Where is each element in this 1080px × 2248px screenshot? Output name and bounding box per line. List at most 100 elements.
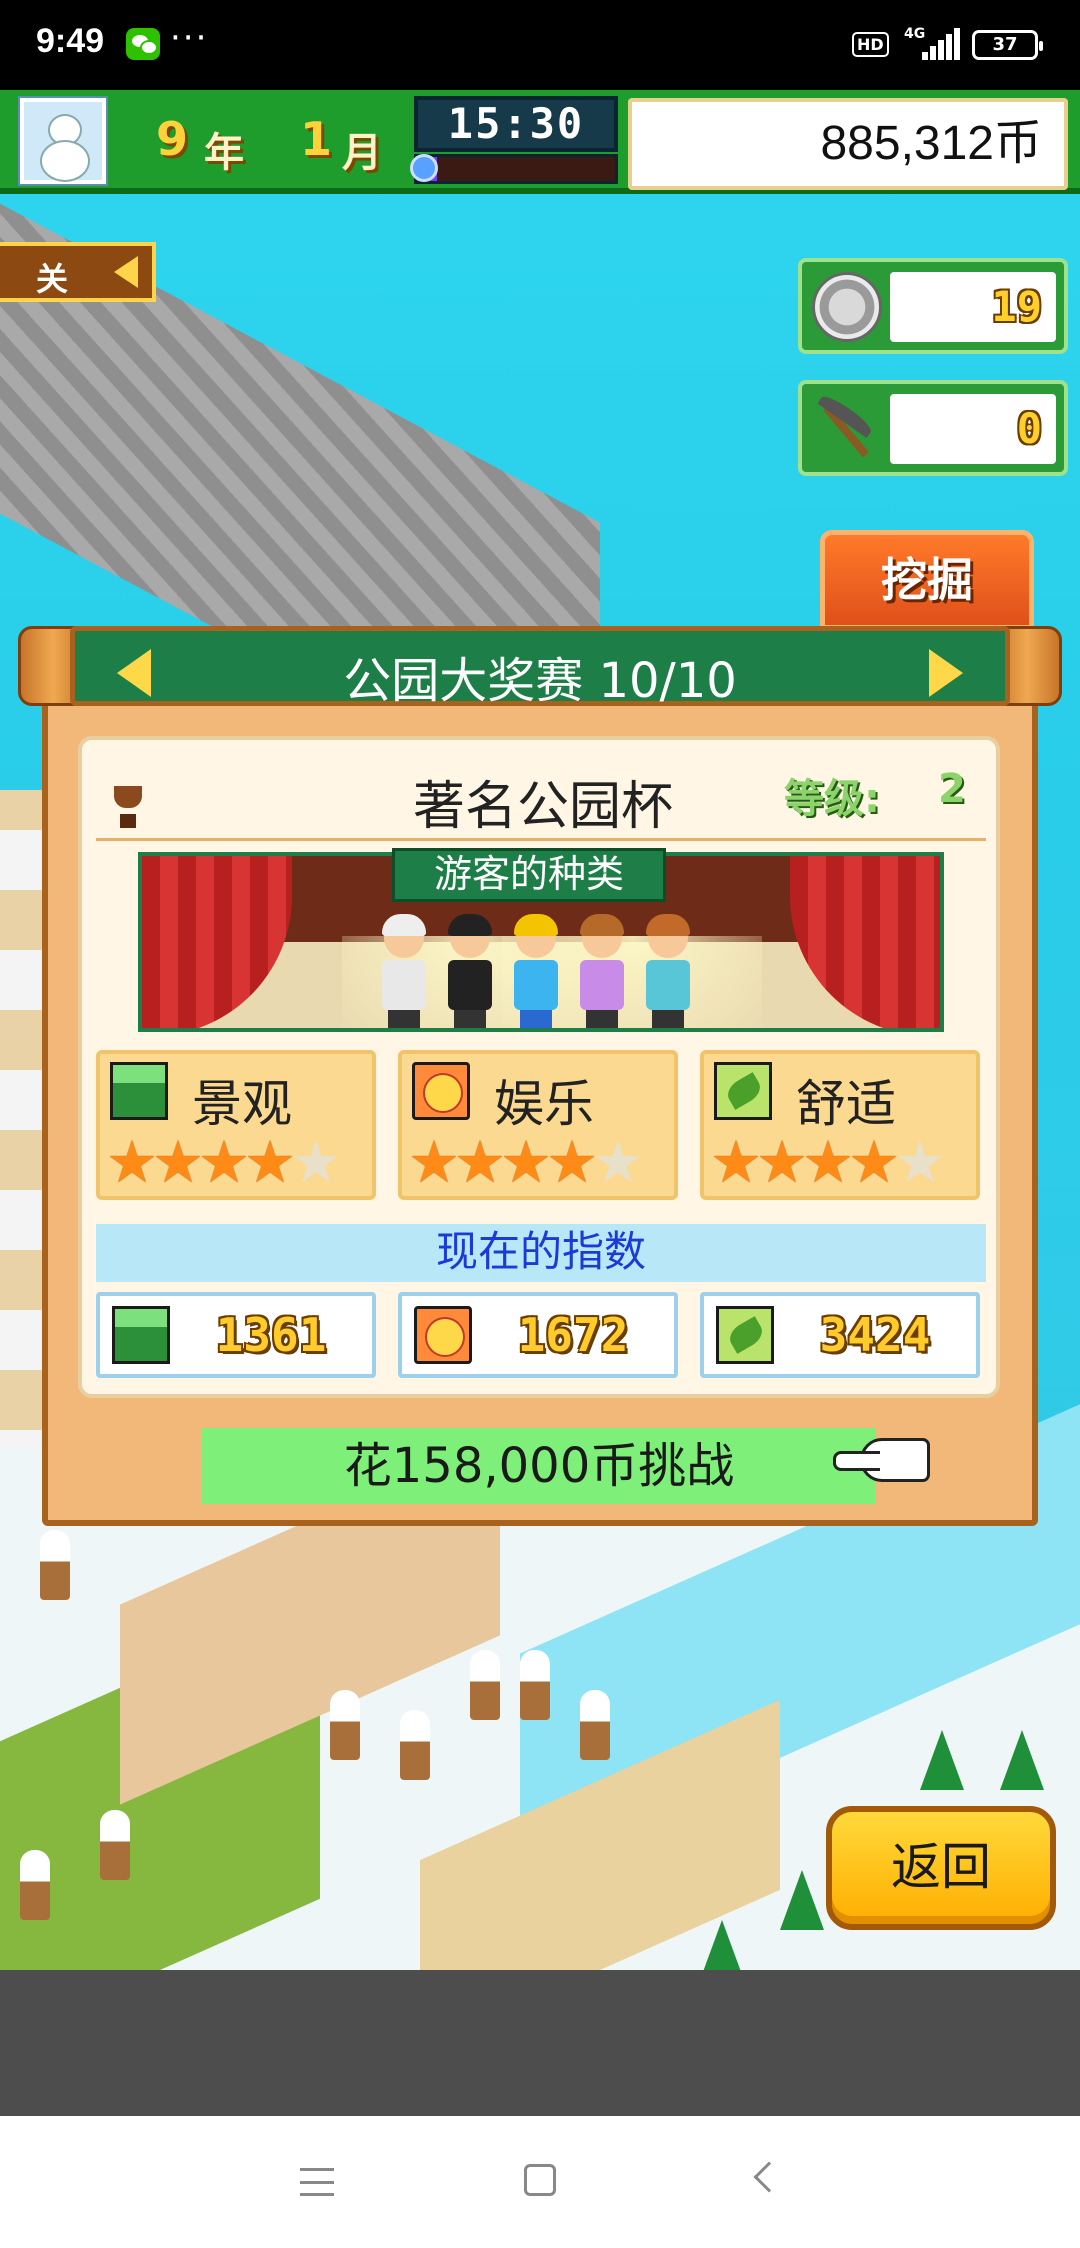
pine-tree [1000, 1730, 1044, 1790]
star-filled-icon: ★ [710, 1128, 762, 1196]
medal-counter[interactable]: 19 [798, 258, 1068, 354]
game-clock: 15:30 [414, 96, 618, 152]
rank-value: 2 [938, 766, 966, 812]
challenge-button[interactable]: 花158,000币挑战 [202, 1428, 876, 1504]
back-icon[interactable] [753, 2161, 785, 2193]
comfort-leaf-icon [716, 1306, 774, 1364]
divider [96, 838, 986, 841]
pointing-hand-icon [833, 1438, 930, 1482]
index-card-scenery: 1361 [96, 1292, 376, 1378]
star-filled-icon: ★ [408, 1128, 460, 1196]
fun-icon [414, 1306, 472, 1364]
year-unit: 年 [204, 130, 244, 176]
stat-card-scenery: 景观 ★★★★★ [96, 1050, 376, 1200]
year-value: 9 [156, 112, 189, 166]
medal-coin-icon [812, 272, 882, 342]
hd-icon: HD [852, 32, 889, 57]
star-rating: ★★★★★ [710, 1132, 946, 1192]
top-hud: 9 年 1 月 15:30 885,312币 [0, 90, 1080, 194]
current-index-label: 现在的指数 [96, 1224, 986, 1282]
pickaxe-counter[interactable]: 0 [798, 380, 1068, 476]
stat-card-fun: 娱乐 ★★★★★ [398, 1050, 678, 1200]
fun-index: 1672 [517, 1308, 629, 1362]
contest-header-bar: 公园大奖赛 10/10 [70, 626, 1010, 709]
letterbox-bar [0, 1970, 1080, 2116]
snowy-tree [40, 1530, 70, 1600]
curtain-right [790, 856, 940, 1028]
month-unit: 月 [342, 130, 382, 176]
star-filled-icon: ★ [454, 1128, 506, 1196]
status-bar: 9:49 ··· HD 4G 37 [0, 0, 1080, 90]
contest-header: 公园大奖赛 10/10 [18, 626, 1062, 709]
signal-icon [922, 28, 960, 60]
visitor-student [442, 914, 498, 1028]
pine-tree [920, 1730, 964, 1790]
next-contest-arrow-icon[interactable] [929, 649, 963, 697]
star-filled-icon: ★ [152, 1128, 204, 1196]
arrow-left-icon [114, 256, 138, 288]
snowy-tree [20, 1850, 50, 1920]
close-menu-tab[interactable]: 关 [0, 242, 156, 302]
menu-icon[interactable] [300, 2168, 334, 2196]
money-display: 885,312币 [628, 98, 1068, 190]
pine-tree [780, 1870, 824, 1930]
star-filled-icon: ★ [106, 1128, 158, 1196]
pickaxe-icon [812, 394, 882, 464]
snowy-tree [100, 1810, 130, 1880]
snowy-tree [520, 1650, 550, 1720]
star-filled-icon: ★ [198, 1128, 250, 1196]
medal-count: 19 [890, 272, 1056, 342]
star-rating: ★★★★★ [408, 1132, 644, 1192]
star-filled-icon: ★ [546, 1128, 598, 1196]
previous-contest-arrow-icon[interactable] [117, 649, 151, 697]
snowy-tree [470, 1650, 500, 1720]
star-filled-icon: ★ [756, 1128, 808, 1196]
star-filled-icon: ★ [848, 1128, 900, 1196]
visitor-types-label: 游客的种类 [392, 848, 666, 902]
star-filled-icon: ★ [802, 1128, 854, 1196]
pickaxe-count: 0 [890, 394, 1056, 464]
curtain-left [142, 856, 292, 1028]
visitor-child [508, 914, 564, 1028]
comfort-index: 3424 [819, 1308, 931, 1362]
star-filled-icon: ★ [500, 1128, 552, 1196]
fun-icon [412, 1062, 470, 1120]
scenery-icon [110, 1062, 168, 1120]
star-rating: ★★★★★ [106, 1132, 342, 1192]
index-card-fun: 1672 [398, 1292, 678, 1378]
star-filled-icon: ★ [244, 1128, 296, 1196]
visitor-elder [376, 914, 432, 1028]
visitor-woman [574, 914, 630, 1028]
contest-panel: 著名公园杯 等级: 2 游客的种类 景观 ★★★★★ 娱乐 ★★★★★ 舒适 ★… [78, 736, 1000, 1398]
home-icon[interactable] [524, 2164, 556, 2196]
status-time: 9:49 [36, 22, 105, 60]
scenery-icon [112, 1306, 170, 1364]
system-nav-bar [0, 2116, 1080, 2248]
speed-gear-icon[interactable] [410, 154, 438, 182]
snowy-tree [400, 1710, 430, 1780]
rank-label: 等级: [784, 776, 880, 822]
star-empty-icon: ★ [592, 1128, 644, 1196]
month-value: 1 [300, 112, 333, 166]
snowy-tree [330, 1690, 360, 1760]
stat-card-comfort: 舒适 ★★★★★ [700, 1050, 980, 1200]
season-snowman-icon[interactable] [18, 96, 108, 186]
day-progress-bar [414, 154, 618, 184]
dig-button[interactable]: 挖掘 [820, 530, 1034, 630]
close-menu-label: 关 [36, 260, 69, 298]
star-empty-icon: ★ [894, 1128, 946, 1196]
stat-name: 娱乐 [494, 1075, 594, 1133]
comfort-leaf-icon [714, 1062, 772, 1120]
pine-tree [700, 1920, 744, 1970]
battery-icon: 37 [972, 30, 1043, 60]
index-card-comfort: 3424 [700, 1292, 980, 1378]
back-button[interactable]: 返回 [826, 1806, 1056, 1930]
snowy-tree [580, 1690, 610, 1760]
star-empty-icon: ★ [290, 1128, 342, 1196]
contest-title: 公园大奖赛 10/10 [343, 653, 737, 709]
wechat-icon [126, 28, 160, 60]
more-notifications-icon: ··· [170, 18, 209, 58]
scenery-index: 1361 [215, 1308, 327, 1362]
visitor-girl [640, 914, 696, 1028]
stat-name: 景观 [192, 1075, 292, 1133]
